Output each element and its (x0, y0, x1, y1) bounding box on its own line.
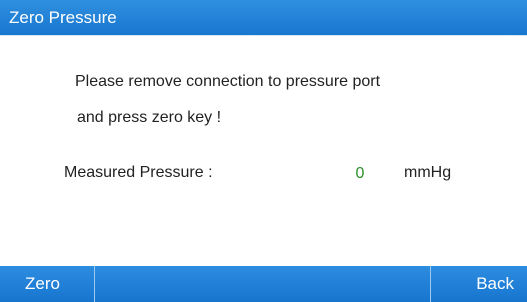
back-button[interactable]: Back (430, 266, 527, 302)
instruction-line-2: and press zero key ! (77, 109, 222, 126)
softkey-bar: Zero Back (0, 266, 527, 302)
zero-button[interactable]: Zero (0, 266, 95, 302)
title-bar: Zero Pressure (0, 0, 527, 36)
measured-pressure-label: Measured Pressure : (64, 164, 213, 181)
window-title: Zero Pressure (9, 8, 117, 27)
pressure-unit: mmHg (404, 164, 452, 181)
instruction-line-1: Please remove connection to pressure por… (75, 73, 381, 90)
measured-pressure-value: 0 (355, 165, 365, 182)
content-panel: Please remove connection to pressure por… (0, 36, 527, 266)
